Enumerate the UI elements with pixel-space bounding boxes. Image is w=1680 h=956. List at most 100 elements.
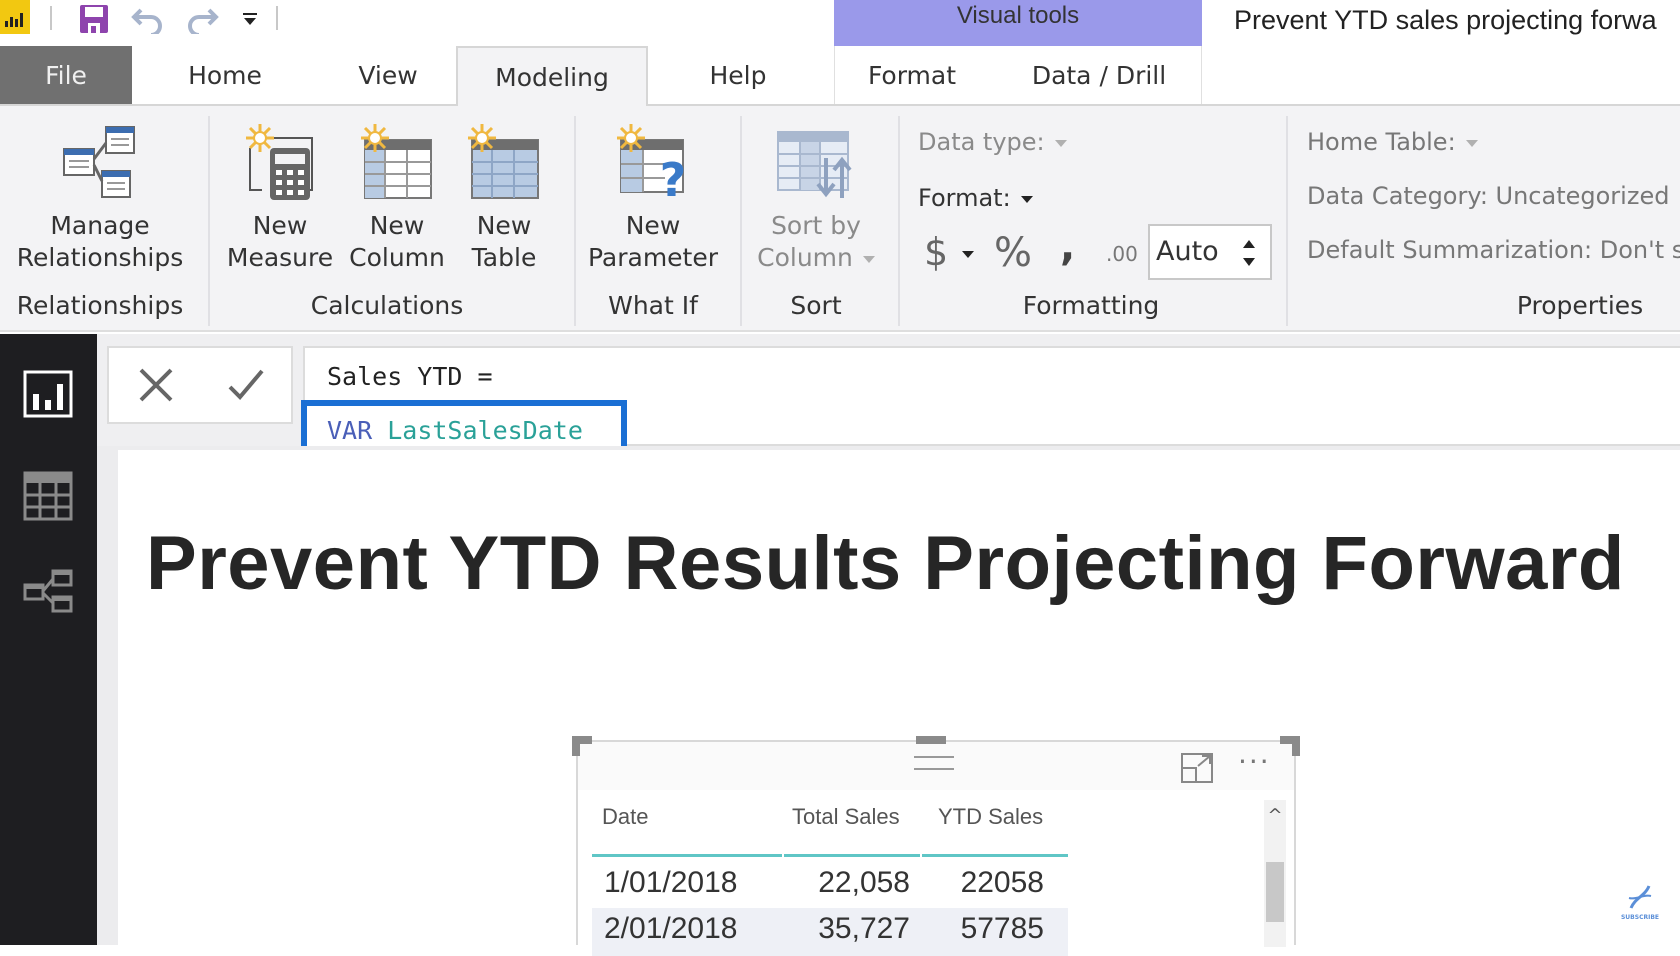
resize-handle-top[interactable] [916, 736, 946, 744]
column-header-ytd-sales[interactable]: YTD Sales [938, 804, 1043, 830]
default-summarization-dropdown[interactable]: Default Summarization: Don't summarize [1307, 236, 1680, 264]
button-label: Manage [50, 211, 150, 240]
button-label: New [625, 211, 681, 240]
new-table-button[interactable]: New Table [456, 118, 552, 274]
button-label: New [369, 211, 425, 240]
tab-data-drill[interactable]: Data / Drill [1020, 46, 1178, 104]
home-table-label: Home Table: [1307, 128, 1456, 156]
customize-quick-access-icon[interactable] [230, 2, 270, 36]
commit-formula-button[interactable] [221, 360, 271, 410]
button-label: Table [471, 243, 537, 272]
group-label-formatting: Formatting [1022, 291, 1160, 320]
percent-format-button[interactable]: % [994, 230, 1032, 276]
focus-mode-icon[interactable] [1180, 752, 1214, 784]
resize-handle-top-left[interactable] [572, 736, 592, 756]
data-view-icon [23, 471, 73, 521]
table-visual[interactable]: ··· Date Total Sales YTD Sales 1/01/2018… [572, 736, 1300, 956]
manage-relationships-button[interactable]: Manage Relationships [8, 118, 192, 274]
ribbon-panel: Manage Relationships Relationships New M… [0, 106, 1680, 332]
dax-keyword: VAR [327, 416, 373, 445]
scrollbar-thumb[interactable] [1266, 862, 1284, 922]
comma-style-button[interactable]: , [1060, 224, 1075, 270]
new-measure-icon [222, 118, 338, 206]
button-label: Measure [226, 243, 334, 272]
table-cell: 57785 [960, 912, 1044, 945]
checkmark-icon [228, 369, 264, 400]
table-cell: 22,058 [818, 866, 910, 899]
decimal-places-button[interactable]: .00 [1106, 242, 1138, 266]
close-icon [139, 368, 173, 402]
separator [208, 116, 210, 326]
decimal-places-stepper[interactable]: Auto [1148, 224, 1272, 280]
header-underline [592, 854, 782, 857]
group-label-relationships: Relationships [16, 291, 184, 320]
new-table-icon [456, 118, 552, 206]
report-title-textbox[interactable]: Prevent YTD Results Projecting Forward [146, 520, 1625, 607]
subscribe-watermark[interactable]: SUBSCRIBE [1618, 884, 1662, 924]
dropdown-caret-icon [1054, 139, 1067, 147]
tab-home[interactable]: Home [170, 46, 280, 104]
separator [50, 6, 52, 30]
data-category-dropdown[interactable]: Data Category: Uncategorized [1307, 182, 1669, 210]
format-dropdown[interactable]: Format: [918, 184, 1033, 212]
dropdown-caret-icon [862, 255, 875, 263]
button-label: Parameter [587, 243, 719, 272]
tab-format[interactable]: Format [856, 46, 968, 104]
dropdown-caret-icon [962, 251, 975, 258]
resize-handle-top-right[interactable] [1280, 736, 1300, 756]
column-header-total-sales[interactable]: Total Sales [792, 804, 900, 830]
manage-relationships-icon [8, 118, 192, 206]
formula-actions [107, 346, 293, 424]
dropdown-caret-icon [1020, 195, 1033, 203]
drag-handle-icon[interactable] [914, 756, 954, 770]
format-label: Format: [918, 184, 1011, 212]
new-parameter-button[interactable]: ? New Parameter [584, 118, 722, 274]
decimal-places-value: Auto [1156, 236, 1219, 267]
report-view-icon [23, 370, 73, 418]
group-label-calculations: Calculations [310, 291, 464, 320]
data-type-dropdown[interactable]: Data type: [918, 128, 1067, 156]
view-switcher [0, 334, 97, 945]
dax-variable-name: LastSalesDate [387, 416, 583, 445]
home-table-dropdown[interactable]: Home Table: [1307, 128, 1478, 156]
tab-view[interactable]: View [340, 46, 436, 104]
cancel-formula-button[interactable] [131, 360, 181, 410]
formula-input[interactable]: Sales YTD = VAR LastSalesDate [301, 346, 1680, 464]
sort-by-column-button[interactable]: Sort by Column [752, 118, 880, 274]
document-title: Prevent YTD sales projecting forwa [1234, 5, 1657, 35]
scroll-up-icon[interactable]: ^ [1264, 806, 1286, 826]
group-label-what-if: What If [608, 291, 698, 320]
separator [276, 6, 278, 30]
tab-file[interactable]: File [0, 46, 132, 104]
ribbon-tabs: File Home View Modeling Help Format Data… [0, 46, 1680, 108]
currency-format-button[interactable]: $ [924, 230, 975, 274]
table-cell: 35,727 [818, 912, 910, 945]
model-view-button[interactable] [18, 562, 78, 622]
table-cell: 2/01/2018 [604, 912, 738, 945]
button-label: Column [752, 242, 880, 274]
button-label: Relationships [16, 243, 184, 272]
stepper-arrows-icon[interactable] [1242, 236, 1256, 270]
new-measure-button[interactable]: New Measure [222, 118, 338, 274]
group-label-properties: Properties [1516, 291, 1644, 320]
more-options-icon[interactable]: ··· [1238, 748, 1271, 776]
tab-help[interactable]: Help [690, 46, 786, 104]
new-column-button[interactable]: New Column [344, 118, 450, 274]
dropdown-caret-icon [1465, 139, 1478, 147]
undo-icon[interactable] [128, 2, 168, 36]
separator [740, 116, 742, 326]
button-label-text: Column [757, 243, 853, 272]
report-view-button[interactable] [18, 364, 78, 424]
save-icon[interactable] [74, 2, 114, 36]
button-label: Sort by [771, 211, 861, 240]
vertical-scrollbar[interactable]: ^ [1264, 800, 1286, 947]
tab-modeling[interactable]: Modeling [456, 46, 648, 108]
svg-text:?: ? [660, 153, 687, 202]
visual-tools-context-label: Visual tools [834, 0, 1202, 46]
subscribe-label: SUBSCRIBE [1620, 914, 1659, 921]
redo-icon[interactable] [182, 2, 222, 36]
separator [574, 116, 576, 326]
new-column-icon [344, 118, 450, 206]
data-view-button[interactable] [18, 466, 78, 526]
column-header-date[interactable]: Date [602, 804, 648, 830]
